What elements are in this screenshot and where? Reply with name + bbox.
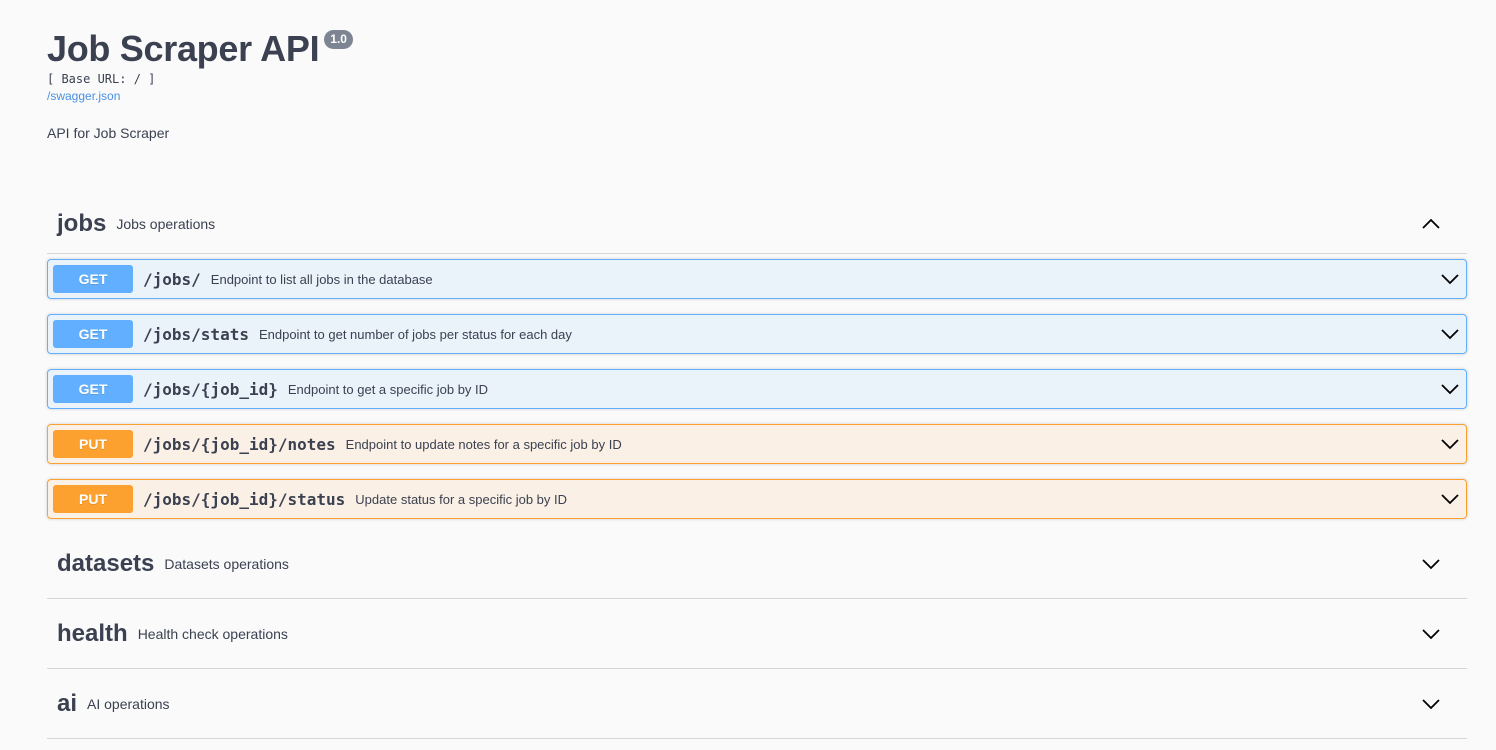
operation-put-job-status[interactable]: PUT /jobs/{job_id}/status Update status … [47, 479, 1467, 519]
operation-get-jobs[interactable]: GET /jobs/ Endpoint to list all jobs in … [47, 259, 1467, 299]
api-info: Job Scraper API 1.0 [ Base URL: / ] /swa… [47, 28, 1467, 142]
tag-description: Datasets operations [164, 556, 289, 572]
chevron-down-icon[interactable] [1421, 694, 1441, 714]
operation-summary: Endpoint to get a specific job by ID [287, 381, 489, 397]
operation-put-job-notes[interactable]: PUT /jobs/{job_id}/notes Endpoint to upd… [47, 424, 1467, 464]
operation-get-jobs-stats[interactable]: GET /jobs/stats Endpoint to get number o… [47, 314, 1467, 354]
method-badge: GET [53, 375, 133, 403]
title-row: Job Scraper API 1.0 [47, 28, 1467, 70]
swagger-json-link[interactable]: /swagger.json [47, 88, 1467, 104]
tag-name: jobs [57, 210, 107, 237]
operation-summary: Endpoint to update notes for a specific … [345, 436, 622, 452]
operation-path: /jobs/stats [143, 324, 249, 344]
chevron-down-icon[interactable] [1440, 379, 1460, 399]
tag-description: Jobs operations [116, 216, 216, 232]
tag-name: health [57, 620, 128, 647]
operation-path: /jobs/{job_id} [143, 379, 278, 399]
method-badge: PUT [53, 430, 133, 458]
operation-get-job-by-id[interactable]: GET /jobs/{job_id} Endpoint to get a spe… [47, 369, 1467, 409]
operation-summary: Endpoint to get number of jobs per statu… [258, 326, 572, 342]
page-title: Job Scraper API [47, 28, 320, 69]
operation-path: /jobs/ [143, 269, 201, 289]
tag-jobs[interactable]: jobs Jobs operations [47, 195, 1467, 254]
tag-description: Health check operations [137, 626, 288, 642]
tag-health[interactable]: health Health check operations [47, 600, 1467, 669]
operation-path: /jobs/{job_id}/notes [143, 434, 336, 454]
chevron-down-icon[interactable] [1440, 489, 1460, 509]
method-badge: GET [53, 265, 133, 293]
chevron-down-icon[interactable] [1440, 269, 1460, 289]
tag-name: ai [57, 690, 78, 717]
chevron-down-icon[interactable] [1440, 434, 1460, 454]
chevron-down-icon[interactable] [1421, 554, 1441, 574]
tag-name: datasets [57, 550, 155, 577]
operation-summary: Update status for a specific job by ID [355, 491, 568, 507]
chevron-down-icon[interactable] [1440, 324, 1460, 344]
api-description: API for Job Scraper [47, 125, 170, 141]
operation-summary: Endpoint to list all jobs in the databas… [210, 271, 433, 287]
version-badge: 1.0 [324, 30, 353, 49]
method-badge: GET [53, 320, 133, 348]
tag-ai[interactable]: ai AI operations [47, 670, 1467, 739]
tag-datasets[interactable]: datasets Datasets operations [47, 530, 1467, 599]
operation-path: /jobs/{job_id}/status [143, 489, 346, 509]
chevron-up-icon[interactable] [1421, 214, 1441, 234]
chevron-down-icon[interactable] [1421, 624, 1441, 644]
tag-description: AI operations [87, 696, 170, 712]
base-url: [ Base URL: / ] [47, 72, 156, 86]
method-badge: PUT [53, 485, 133, 513]
